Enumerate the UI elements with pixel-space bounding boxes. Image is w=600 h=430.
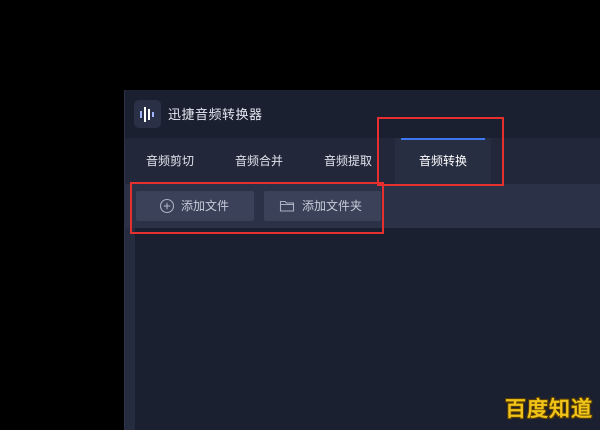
left-gutter [125, 228, 135, 430]
tab-label: 音频剪切 [145, 154, 194, 168]
tab-label: 音频合并 [234, 154, 283, 168]
tab-audio-cut[interactable]: 音频剪切 [133, 138, 207, 184]
app-window: 迅捷音频转换器 音频剪切 音频合并 音频提取 音频转换 添加文件 添加文件夹 [124, 90, 600, 430]
highlight-box-tab [377, 117, 504, 186]
tab-label: 音频提取 [323, 154, 372, 168]
highlight-box-toolbar [130, 182, 384, 234]
watermark: 百度知道 [505, 397, 593, 421]
tab-audio-extract[interactable]: 音频提取 [311, 138, 385, 184]
tab-audio-merge[interactable]: 音频合并 [222, 138, 296, 184]
audio-waveform-icon [134, 100, 161, 128]
tab-bar: 音频剪切 音频合并 音频提取 音频转换 [125, 138, 600, 184]
title-bar: 迅捷音频转换器 [125, 90, 600, 138]
app-title: 迅捷音频转换器 [168, 108, 263, 123]
